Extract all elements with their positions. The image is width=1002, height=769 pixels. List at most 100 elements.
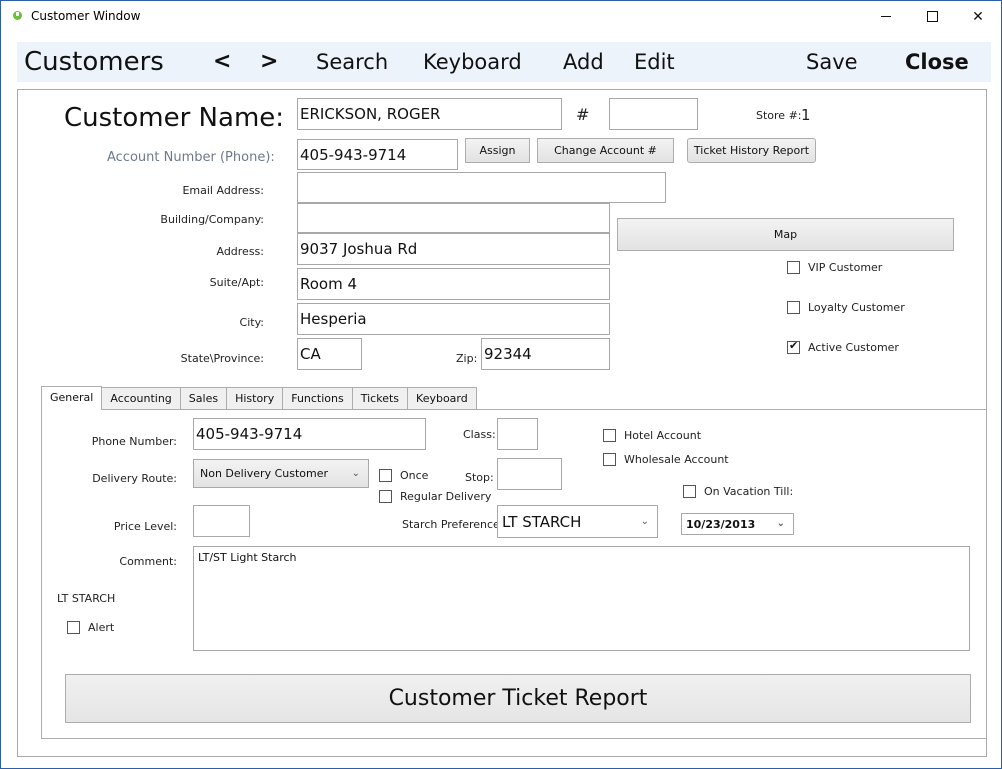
vacation-date-picker[interactable]: 10/23/2013 ⌄ <box>681 513 794 535</box>
checkbox-box <box>379 469 392 482</box>
vacation-date-value: 10/23/2013 <box>686 517 756 531</box>
on-vacation-label: On Vacation Till: <box>704 485 794 498</box>
checkmark-icon <box>787 339 800 354</box>
building-label: Building/Company: <box>160 213 264 226</box>
address-input[interactable]: 9037 Joshua Rd <box>297 233 610 265</box>
keyboard-button[interactable]: Keyboard <box>423 42 522 82</box>
change-account-button[interactable]: Change Account # <box>537 138 674 163</box>
map-button[interactable]: Map <box>617 218 954 251</box>
customer-name-label: Customer Name: <box>64 103 285 133</box>
close-button[interactable]: Close <box>905 42 969 82</box>
starch-preference-value: LT STARCH <box>502 512 582 531</box>
starch-note: LT STARCH <box>57 592 116 605</box>
checkbox-box <box>787 261 800 274</box>
regular-delivery-label: Regular Delivery <box>400 490 492 503</box>
price-level-label: Price Level: <box>113 520 177 533</box>
alert-label: Alert <box>88 621 115 634</box>
customer-number-input[interactable] <box>609 98 698 130</box>
delivery-route-label: Delivery Route: <box>92 472 177 485</box>
once-label: Once <box>400 469 429 482</box>
checkbox-box <box>683 485 696 498</box>
active-customer-label: Active Customer <box>808 341 899 354</box>
account-number-label: Account Number (Phone): <box>107 150 275 165</box>
suite-label: Suite/Apt: <box>209 276 264 289</box>
number-label: # <box>576 105 590 124</box>
chevron-down-icon: ⌄ <box>351 467 360 479</box>
store-value: 1 <box>801 106 811 124</box>
next-button[interactable]: > <box>260 42 278 82</box>
vip-customer-checkbox[interactable]: VIP Customer <box>787 261 882 274</box>
class-label: Class: <box>463 428 496 441</box>
building-input[interactable] <box>297 203 610 233</box>
chevron-down-icon: ⌄ <box>776 517 785 529</box>
tab-tickets[interactable]: Tickets <box>352 387 409 410</box>
stop-input[interactable] <box>497 458 562 490</box>
loyalty-customer-checkbox[interactable]: Loyalty Customer <box>787 301 905 314</box>
city-input[interactable]: Hesperia <box>297 303 610 335</box>
hotel-account-checkbox[interactable]: Hotel Account <box>603 429 701 442</box>
title-bar: Customer Window ✕ <box>1 1 1001 33</box>
delivery-route-value: Non Delivery Customer <box>200 467 329 480</box>
phone-number-input[interactable]: 405-943-9714 <box>193 418 426 450</box>
price-level-input[interactable] <box>193 505 250 537</box>
checkbox-box <box>603 453 616 466</box>
edit-button[interactable]: Edit <box>634 42 675 82</box>
once-checkbox[interactable]: Once <box>379 469 428 482</box>
starch-preference-select[interactable]: LT STARCH ⌄ <box>497 505 658 538</box>
wholesale-account-label: Wholesale Account <box>624 453 729 466</box>
maximize-icon <box>926 11 938 22</box>
comment-textarea[interactable]: LT/ST Light Starch <box>193 546 970 651</box>
previous-button[interactable]: < <box>213 42 231 82</box>
search-button[interactable]: Search <box>316 42 388 82</box>
add-button[interactable]: Add <box>563 42 604 82</box>
save-button[interactable]: Save <box>806 42 858 82</box>
toolbar: Customers < > Search Keyboard Add Edit S… <box>17 42 991 82</box>
state-input[interactable]: CA <box>297 338 362 370</box>
wholesale-account-checkbox[interactable]: Wholesale Account <box>603 453 729 466</box>
customer-ticket-report-button[interactable]: Customer Ticket Report <box>65 674 971 723</box>
address-label: Address: <box>216 245 264 258</box>
window-title: Customer Window <box>31 9 141 23</box>
vip-customer-label: VIP Customer <box>808 261 883 274</box>
customer-name-input[interactable]: ERICKSON, ROGER <box>297 98 562 130</box>
assign-button[interactable]: Assign <box>465 138 530 163</box>
zip-label: Zip: <box>456 352 478 365</box>
regular-delivery-checkbox[interactable]: Regular Delivery <box>379 490 491 503</box>
minimize-button[interactable] <box>863 1 909 32</box>
on-vacation-checkbox[interactable]: On Vacation Till: <box>683 485 793 498</box>
minimize-icon <box>881 16 891 17</box>
email-label: Email Address: <box>182 184 264 197</box>
tab-history[interactable]: History <box>227 387 284 410</box>
checkbox-box <box>379 490 392 503</box>
loyalty-customer-label: Loyalty Customer <box>808 301 905 314</box>
close-window-button[interactable]: ✕ <box>955 1 1001 32</box>
store-label: Store #: <box>756 109 802 122</box>
tab-functions[interactable]: Functions <box>283 387 353 410</box>
tab-strip: General Accounting Sales History Functio… <box>41 386 477 410</box>
tab-general[interactable]: General <box>41 386 103 410</box>
suite-input[interactable]: Room 4 <box>297 268 610 300</box>
stop-label: Stop: <box>465 471 494 484</box>
comment-label: Comment: <box>119 555 177 568</box>
active-customer-checkbox[interactable]: Active Customer <box>787 339 899 354</box>
maximize-button[interactable] <box>909 1 955 32</box>
hotel-account-label: Hotel Account <box>624 429 702 442</box>
tab-accounting[interactable]: Accounting <box>102 387 181 410</box>
tab-sales[interactable]: Sales <box>180 387 228 410</box>
class-input[interactable] <box>497 418 538 450</box>
zip-input[interactable]: 92344 <box>481 338 610 370</box>
page-title: Customers <box>24 47 164 77</box>
phone-number-label: Phone Number: <box>91 435 177 448</box>
account-number-input[interactable]: 405-943-9714 <box>297 139 458 170</box>
delivery-route-select[interactable]: Non Delivery Customer ⌄ <box>193 459 369 488</box>
email-input[interactable] <box>297 172 666 203</box>
tab-keyboard[interactable]: Keyboard <box>408 387 477 410</box>
checkbox-box <box>603 429 616 442</box>
customer-window: Customer Window ✕ Customers < > Search K… <box>0 0 1002 769</box>
city-label: City: <box>239 316 264 329</box>
checkbox-box <box>787 301 800 314</box>
starch-preference-label: Starch Preference: <box>402 518 504 531</box>
ticket-history-report-button[interactable]: Ticket History Report <box>687 138 816 163</box>
alert-checkbox[interactable]: Alert <box>67 621 114 634</box>
app-refresh-icon <box>13 11 22 20</box>
